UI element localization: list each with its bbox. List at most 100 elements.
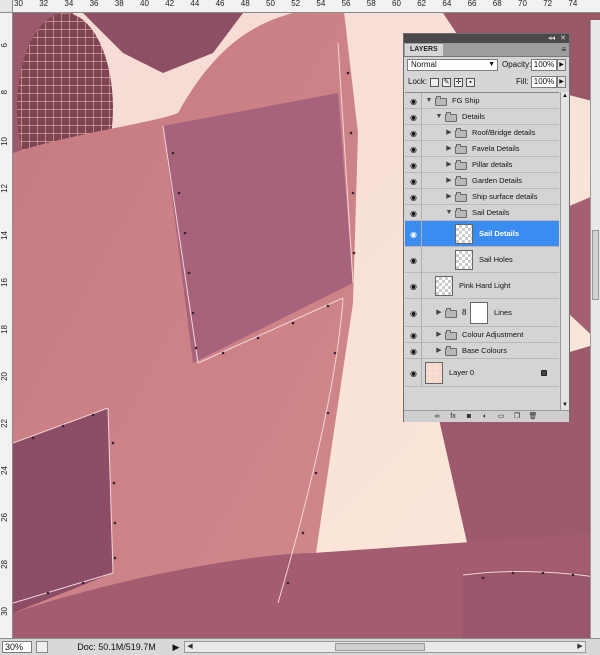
- fill-label: Fill:: [516, 77, 529, 86]
- eye-icon[interactable]: ◉: [407, 159, 420, 172]
- lock-all-icon[interactable]: ▪: [466, 78, 475, 87]
- close-panel-icon[interactable]: ✕: [560, 34, 566, 43]
- ruler-tick-label: 60: [392, 0, 401, 8]
- expand-arrow-down-icon[interactable]: ▼: [425, 96, 433, 106]
- eye-icon[interactable]: ◉: [407, 127, 420, 140]
- eye-icon[interactable]: ◉: [407, 254, 420, 267]
- layer-thumbnail[interactable]: [435, 276, 453, 296]
- layer-row[interactable]: ◉ Pink Hard Light: [405, 273, 559, 299]
- expand-arrow-right-icon[interactable]: ▶: [445, 192, 453, 202]
- eye-icon[interactable]: ◉: [407, 191, 420, 204]
- panel-menu-icon[interactable]: ≡: [561, 45, 566, 54]
- layer-thumbnail[interactable]: [425, 362, 443, 384]
- folder-icon: [455, 128, 467, 138]
- expand-arrow-down-icon[interactable]: ▼: [435, 112, 443, 122]
- layers-scrollbar[interactable]: ▲ ▼: [560, 92, 569, 410]
- scroll-down-icon[interactable]: ▼: [561, 401, 569, 410]
- collapse-panel-icon[interactable]: ◂◂: [548, 34, 555, 43]
- horizontal-scrollbar[interactable]: ◀ ▶: [184, 641, 586, 653]
- adjustment-icon[interactable]: ◐: [480, 411, 490, 422]
- ruler-tick-label: 68: [492, 0, 502, 8]
- layer-row[interactable]: ◉ ▶ 8 Lines: [405, 299, 559, 327]
- expand-arrow-right-icon[interactable]: ▶: [445, 144, 453, 154]
- layer-name: Garden Details: [472, 176, 523, 185]
- layer-row[interactable]: ◉ ▼ FG Ship: [405, 93, 559, 109]
- lock-icon: [541, 370, 547, 376]
- expand-arrow-right-icon[interactable]: ▶: [435, 330, 443, 340]
- trash-icon[interactable]: 🗑: [528, 411, 538, 422]
- blend-mode-select[interactable]: Normal ▼: [407, 59, 498, 71]
- layer-row[interactable]: ◉ Sail Details: [405, 221, 559, 247]
- group-icon[interactable]: ▭: [496, 411, 506, 422]
- layer-row[interactable]: ◉ ▶ Ship surface details: [405, 189, 559, 205]
- layer-row[interactable]: ◉ ▶ Base Colours: [405, 343, 559, 359]
- new-layer-icon[interactable]: ❐: [512, 411, 522, 422]
- scroll-right-icon[interactable]: ▶: [575, 642, 585, 652]
- eye-icon[interactable]: ◉: [407, 367, 420, 380]
- layer-row[interactable]: ◉ ▶ Colour Adjustment: [405, 327, 559, 343]
- mask-icon[interactable]: ◙: [464, 411, 474, 422]
- fill-slider-icon[interactable]: ▶: [557, 76, 566, 88]
- fx-icon[interactable]: fx: [448, 411, 458, 422]
- visibility-column-divider: [421, 157, 422, 172]
- eye-icon[interactable]: ◉: [407, 307, 420, 320]
- layer-row[interactable]: ◉ ▼ Details: [405, 109, 559, 125]
- eye-icon[interactable]: ◉: [407, 329, 420, 342]
- opacity-field[interactable]: 100%: [531, 59, 557, 71]
- vertical-scroll-thumb[interactable]: [592, 230, 599, 300]
- chevron-down-icon: ▼: [488, 61, 495, 68]
- eye-icon[interactable]: ◉: [407, 280, 420, 293]
- mask-thumbnail[interactable]: [470, 302, 488, 324]
- folder-icon: [455, 208, 467, 218]
- opacity-slider-icon[interactable]: ▶: [557, 59, 566, 71]
- folder-icon: [455, 160, 467, 170]
- fill-field[interactable]: 100%: [531, 76, 557, 88]
- layer-row[interactable]: ◉ Layer 0: [405, 359, 559, 387]
- expand-arrow-right-icon[interactable]: ▶: [445, 160, 453, 170]
- eye-icon[interactable]: ◉: [407, 95, 420, 108]
- vertical-ruler: 6 8 10 12 14 16 18 20 22 24 26 28 30: [0, 13, 13, 638]
- folder-icon: [455, 176, 467, 186]
- layer-row[interactable]: ◉ ▶ Roof/Bridge details: [405, 125, 559, 141]
- ruler-tick-label: 32: [39, 0, 49, 8]
- link-icon[interactable]: ∞: [432, 411, 442, 422]
- expand-arrow-right-icon[interactable]: ▶: [435, 308, 443, 318]
- lock-position-icon[interactable]: ✛: [454, 78, 463, 87]
- layer-row[interactable]: ◉ ▶ Garden Details: [405, 173, 559, 189]
- eye-icon[interactable]: ◉: [407, 345, 420, 358]
- folder-icon: [445, 330, 457, 340]
- visibility-column-divider: [421, 273, 422, 298]
- vertical-scrollbar[interactable]: [590, 20, 600, 638]
- eye-icon[interactable]: ◉: [407, 143, 420, 156]
- eye-icon[interactable]: ◉: [407, 111, 420, 124]
- layer-row[interactable]: ◉ Sail Holes: [405, 247, 559, 273]
- expand-arrow-down-icon[interactable]: ▼: [445, 208, 453, 218]
- status-menu-arrow[interactable]: ▶: [171, 641, 181, 653]
- eye-icon[interactable]: ◉: [407, 175, 420, 188]
- layer-thumbnail[interactable]: [455, 250, 473, 270]
- zoom-level-field[interactable]: 30%: [2, 641, 32, 653]
- ruler-origin[interactable]: [0, 0, 13, 13]
- lock-image-icon[interactable]: ✎: [442, 78, 451, 87]
- layer-thumbnail[interactable]: [455, 224, 473, 244]
- expand-arrow-right-icon[interactable]: ▶: [445, 128, 453, 138]
- visibility-column-divider: [421, 125, 422, 140]
- ruler-tick-label: 16: [0, 278, 9, 287]
- layer-row[interactable]: ◉ ▶ Favela Details: [405, 141, 559, 157]
- eye-icon[interactable]: ◉: [407, 207, 420, 220]
- tab-layers[interactable]: LAYERS: [405, 44, 443, 56]
- lock-transparency-icon[interactable]: [430, 78, 439, 87]
- expand-arrow-right-icon[interactable]: ▶: [435, 346, 443, 356]
- eye-icon[interactable]: ◉: [407, 228, 420, 241]
- layer-row[interactable]: ◉ ▼ Sail Details: [405, 205, 559, 221]
- panel-titlebar[interactable]: ◂◂ ✕: [404, 34, 569, 43]
- scroll-up-icon[interactable]: ▲: [561, 92, 569, 101]
- ruler-tick-label: 64: [442, 0, 452, 8]
- mask-link-icon[interactable]: 8: [462, 308, 466, 318]
- expand-arrow-right-icon[interactable]: ▶: [445, 176, 453, 186]
- layer-row[interactable]: ◉ ▶ Pillar details: [405, 157, 559, 173]
- document-info-icon[interactable]: [36, 641, 48, 653]
- scroll-left-icon[interactable]: ◀: [185, 642, 195, 652]
- ruler-tick-label: 6: [0, 43, 9, 48]
- horizontal-scroll-thumb[interactable]: [335, 643, 425, 651]
